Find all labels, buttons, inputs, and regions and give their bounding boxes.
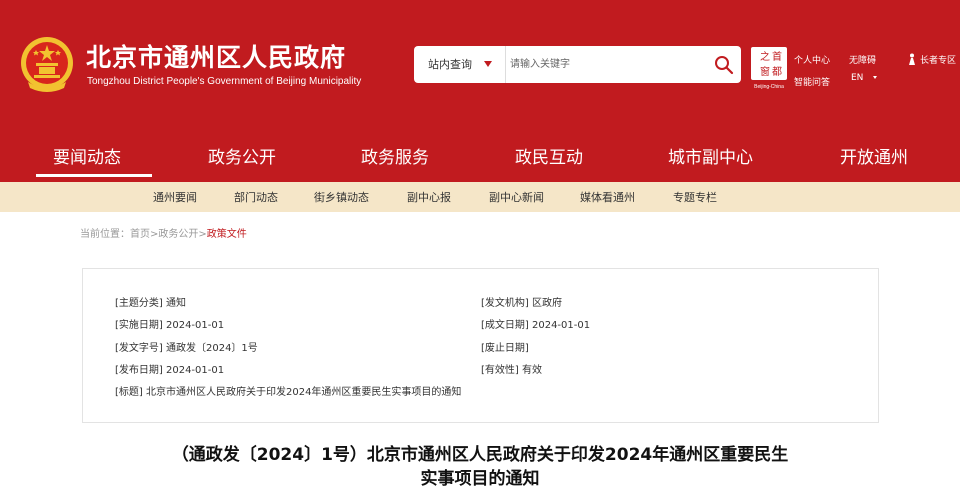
document-title-line1: （通政发〔2024〕1号）北京市通州区人民政府关于印发2024年通州区重要民生 [171, 445, 789, 465]
meta-issuer: [发文机构] 区政府 [481, 298, 562, 309]
national-emblem-icon [21, 37, 73, 92]
breadcrumb-policy-docs[interactable]: 政策文件 [207, 229, 247, 240]
search-bar: 站内查询 [414, 46, 741, 83]
breadcrumb-gov-affairs[interactable]: 政务公开 [158, 229, 198, 240]
sub-nav-item[interactable]: 通州要闻 [153, 189, 197, 205]
personal-center-link[interactable]: 个人中心 [794, 53, 830, 66]
elder-zone-link[interactable]: 长者专区 [920, 53, 956, 66]
site-subtitle: Tongzhou District People's Government of… [87, 76, 362, 87]
smart-qa-link[interactable]: 智能问答 [794, 75, 830, 88]
sub-nav-item[interactable]: 专题专栏 [673, 189, 717, 205]
site-title[interactable]: 北京市通州区人民政府 [86, 38, 346, 74]
search-scope-dropdown[interactable]: 站内查询 [414, 46, 506, 83]
document-title-line2: 实事项目的通知 [420, 469, 540, 489]
site-header: 北京市通州区人民政府 Tongzhou District People's Go… [0, 0, 960, 182]
main-nav-item-interaction[interactable]: 政民互动 [515, 143, 583, 168]
caret-down-icon [873, 76, 877, 79]
search-scope-label: 站内查询 [428, 58, 472, 71]
breadcrumb: 当前位置：首页>政务公开>政策文件 [80, 225, 247, 240]
svg-text:首: 首 [772, 50, 782, 63]
accessibility-link[interactable]: 无障碍 [849, 53, 876, 66]
sub-nav-item[interactable]: 副中心新闻 [489, 189, 544, 205]
sub-nav: 通州要闻 部门动态 街乡镇动态 副中心报 副中心新闻 媒体看通州 专题专栏 [0, 182, 960, 212]
capital-logo-caption: Beijing-China [754, 84, 784, 90]
active-nav-underline [36, 174, 152, 177]
document-meta-panel: [主题分类] 通知 [发文机构] 区政府 [实施日期] 2024-01-01 [… [82, 268, 879, 423]
caret-down-icon [484, 61, 492, 67]
main-nav-item-sub-center[interactable]: 城市副中心 [668, 143, 753, 168]
meta-title: [标题] 北京市通州区人民政府关于印发2024年通州区重要民生实事项目的通知 [115, 387, 462, 398]
main-nav-item-gov-affairs[interactable]: 政务公开 [208, 143, 276, 168]
main-nav-item-news[interactable]: 要闻动态 [53, 143, 121, 168]
svg-text:窗: 窗 [760, 65, 770, 78]
breadcrumb-prefix: 当前位置： [80, 229, 130, 240]
meta-written-date: [成文日期] 2024-01-01 [481, 320, 591, 331]
english-link[interactable]: EN [851, 73, 863, 83]
breadcrumb-separator: > [198, 229, 207, 240]
sub-nav-item[interactable]: 副中心报 [407, 189, 451, 205]
sub-nav-item[interactable]: 部门动态 [234, 189, 278, 205]
capital-beijing-logo-icon[interactable]: 之 首 窗 都 Beijing-China [750, 46, 788, 90]
meta-effective-date: [实施日期] 2024-01-01 [115, 320, 225, 331]
meta-topic: [主题分类] 通知 [115, 298, 186, 309]
sub-nav-item[interactable]: 媒体看通州 [580, 189, 635, 205]
main-nav-item-open-tongzhou[interactable]: 开放通州 [840, 143, 908, 168]
search-input[interactable] [510, 50, 706, 79]
elder-person-icon [909, 53, 915, 65]
meta-abolish-date: [废止日期] [481, 343, 529, 354]
breadcrumb-home[interactable]: 首页 [130, 229, 150, 240]
search-icon[interactable] [713, 54, 735, 76]
main-nav-item-gov-services[interactable]: 政务服务 [361, 143, 429, 168]
meta-validity: [有效性] 有效 [481, 365, 542, 376]
document-title: （通政发〔2024〕1号）北京市通州区人民政府关于印发2024年通州区重要民生 … [40, 443, 920, 491]
meta-doc-number: [发文字号] 通政发〔2024〕1号 [115, 343, 258, 354]
sub-nav-item[interactable]: 街乡镇动态 [314, 189, 369, 205]
svg-text:都: 都 [772, 66, 782, 78]
meta-publish-date: [发布日期] 2024-01-01 [115, 365, 225, 376]
svg-text:之: 之 [760, 50, 770, 63]
